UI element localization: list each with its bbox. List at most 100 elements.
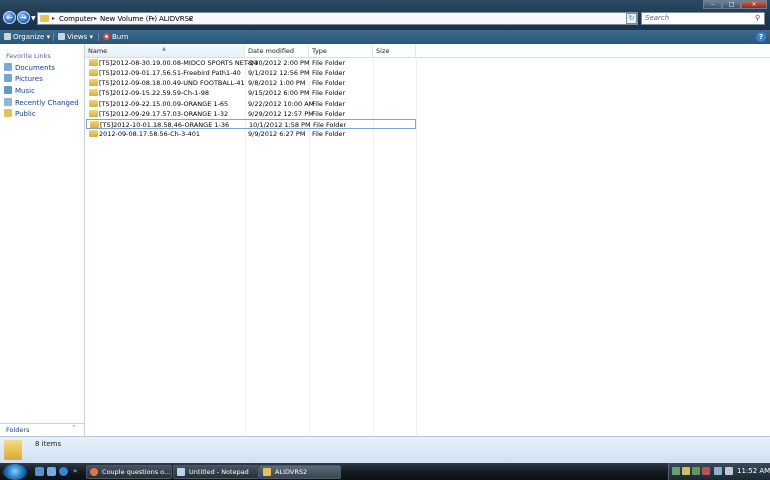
switch-windows-icon[interactable] bbox=[47, 467, 56, 476]
file-date: 9/1/2012 12:56 PM bbox=[248, 69, 310, 77]
file-name: [TS]2012-09-01.17.56.51-Freebird Path1-4… bbox=[99, 69, 241, 77]
sidebar-item-public[interactable]: Public bbox=[4, 109, 36, 120]
column-header-name[interactable]: Name ▲ bbox=[85, 45, 245, 57]
breadcrumb-new-volume[interactable]: New Volume (F:) bbox=[100, 14, 157, 24]
notepad-icon bbox=[177, 468, 185, 476]
file-name: [TS]2012-09-29.17.57.03-ORANGE 1-32 bbox=[99, 110, 229, 118]
tray-app-icon[interactable] bbox=[702, 467, 710, 475]
address-box[interactable]: ▸ Computer ▸ New Volume (F:) ▸ ALIDVRS2 … bbox=[37, 12, 656, 25]
public-folder-icon bbox=[4, 109, 12, 117]
close-button[interactable]: × bbox=[741, 0, 767, 9]
file-row-selected[interactable]: [TS]2012-10-01.18.58.46-ORANGE 1-36 10/1… bbox=[86, 119, 416, 129]
pictures-icon bbox=[4, 74, 12, 82]
file-name: 2012-09-08.17.58.56-Ch-3-401 bbox=[99, 130, 201, 138]
file-row[interactable]: [TS]2012-09-01.17.56.51-Freebird Path1-4… bbox=[86, 68, 416, 78]
music-icon bbox=[4, 86, 12, 94]
sidebar-item-documents[interactable]: Documents bbox=[4, 63, 55, 74]
system-tray: 11:52 AM bbox=[668, 463, 770, 480]
tray-app-icon[interactable] bbox=[682, 467, 690, 475]
sidebar-item-music[interactable]: Music bbox=[4, 86, 35, 97]
folder-icon bbox=[89, 110, 98, 117]
taskbar-item-explorer[interactable]: ALIDVRS2 bbox=[259, 465, 341, 479]
start-button[interactable] bbox=[3, 464, 27, 480]
file-date: 8/30/2012 2:00 PM bbox=[248, 59, 310, 67]
folders-bar[interactable]: Folders ˆ bbox=[0, 423, 84, 436]
taskbar-item-browser[interactable]: Couple questions o... bbox=[86, 465, 172, 479]
sidebar-item-label: Documents bbox=[15, 64, 55, 72]
tray-app-icon[interactable] bbox=[692, 467, 700, 475]
file-date: 9/8/2012 1:00 PM bbox=[248, 79, 306, 87]
sidebar-item-recently-changed[interactable]: Recently Changed bbox=[4, 98, 79, 109]
file-row[interactable]: [TS]2012-09-22.15.00.09-ORANGE 1-65 9/22… bbox=[86, 99, 416, 109]
sidebar-item-label: Recently Changed bbox=[15, 99, 79, 107]
show-desktop-icon[interactable] bbox=[35, 467, 44, 476]
task-label: Couple questions o... bbox=[102, 468, 171, 476]
file-type: File Folder bbox=[312, 130, 346, 138]
folder-icon bbox=[89, 79, 98, 86]
network-icon[interactable] bbox=[714, 467, 722, 475]
views-icon bbox=[58, 33, 65, 40]
burn-label: Burn bbox=[112, 33, 129, 41]
internet-explorer-icon[interactable] bbox=[59, 467, 68, 476]
organize-icon bbox=[4, 33, 11, 40]
column-header-label: Type bbox=[312, 47, 327, 55]
folders-label: Folders bbox=[6, 426, 30, 434]
details-pane: 8 items bbox=[0, 436, 770, 464]
file-type: File Folder bbox=[312, 69, 346, 77]
file-date: 9/9/2012 6:27 PM bbox=[248, 130, 306, 138]
window-controls: – □ × bbox=[703, 0, 767, 9]
folder-icon bbox=[263, 468, 271, 476]
chevron-right-icon[interactable]: ▸ bbox=[189, 14, 192, 24]
file-row[interactable]: [TS]2012-09-08.18.00.49-UND FOOTBALL-41 … bbox=[86, 78, 416, 88]
file-type: File Folder bbox=[312, 79, 346, 87]
breadcrumb-computer[interactable]: Computer bbox=[59, 14, 94, 24]
task-label: ALIDVRS2 bbox=[275, 468, 308, 476]
minimize-button[interactable]: – bbox=[703, 0, 722, 9]
file-row[interactable]: 2012-09-08.17.58.56-Ch-3-401 9/9/2012 6:… bbox=[86, 129, 416, 139]
column-header-type[interactable]: Type bbox=[309, 45, 373, 57]
file-row[interactable]: [TS]2012-09-29.17.57.03-ORANGE 1-32 9/29… bbox=[86, 109, 416, 119]
chevron-right-icon[interactable]: ▸ bbox=[52, 14, 55, 24]
refresh-button[interactable]: ↻ bbox=[626, 13, 637, 24]
back-button[interactable]: ← bbox=[3, 11, 16, 24]
quick-launch-more-icon[interactable]: » bbox=[73, 467, 77, 475]
file-type: File Folder bbox=[312, 100, 346, 108]
sidebar-item-pictures[interactable]: Pictures bbox=[4, 74, 43, 85]
file-row[interactable]: [TS]2012-08-30.19.00.08-MIDCO SPORTS NET… bbox=[86, 58, 416, 68]
file-type: File Folder bbox=[312, 89, 346, 97]
navigation-pane: Favorite Links Documents Pictures Music … bbox=[0, 44, 85, 436]
help-button[interactable]: ? bbox=[756, 32, 766, 42]
folder-icon bbox=[89, 89, 98, 96]
views-label: Views bbox=[67, 33, 88, 41]
column-divider bbox=[416, 57, 417, 435]
search-input[interactable]: Search bbox=[641, 12, 765, 25]
command-toolbar: Organize ▾ Views ▾ Burn bbox=[0, 30, 770, 44]
chevron-right-icon[interactable]: ▸ bbox=[152, 14, 155, 24]
chevron-right-icon[interactable]: ▸ bbox=[94, 14, 97, 24]
tray-app-icon[interactable] bbox=[672, 467, 680, 475]
toolbar-divider bbox=[98, 33, 99, 41]
organize-button[interactable]: Organize ▾ bbox=[4, 31, 50, 43]
clock[interactable]: 11:52 AM bbox=[737, 467, 770, 475]
column-header-date-modified[interactable]: Date modified bbox=[245, 45, 309, 57]
item-count: 8 items bbox=[35, 440, 62, 448]
column-header-label: Name bbox=[88, 47, 108, 55]
file-date: 9/22/2012 10:00 AM bbox=[248, 100, 315, 108]
forward-button[interactable]: → bbox=[17, 11, 30, 24]
folder-icon bbox=[40, 15, 49, 22]
volume-icon[interactable] bbox=[725, 467, 733, 475]
organize-label: Organize bbox=[13, 33, 45, 41]
folder-icon bbox=[89, 69, 98, 76]
burn-button[interactable]: Burn bbox=[103, 31, 128, 43]
taskbar-item-notepad[interactable]: Untitled - Notepad bbox=[173, 465, 259, 479]
views-button[interactable]: Views ▾ bbox=[58, 31, 93, 43]
maximize-button[interactable]: □ bbox=[722, 0, 741, 9]
column-header-size[interactable]: Size bbox=[373, 45, 416, 57]
toolbar-divider bbox=[53, 33, 54, 41]
recently-changed-icon bbox=[4, 98, 12, 106]
file-row[interactable]: [TS]2012-09-15.22.59.59-Ch-1-98 9/15/201… bbox=[86, 88, 416, 98]
file-name: [TS]2012-09-08.18.00.49-UND FOOTBALL-41 bbox=[99, 79, 245, 87]
burn-disc-icon bbox=[103, 33, 110, 40]
search-icon[interactable]: ⚲ bbox=[755, 14, 760, 22]
sort-ascending-icon: ▲ bbox=[162, 46, 166, 52]
